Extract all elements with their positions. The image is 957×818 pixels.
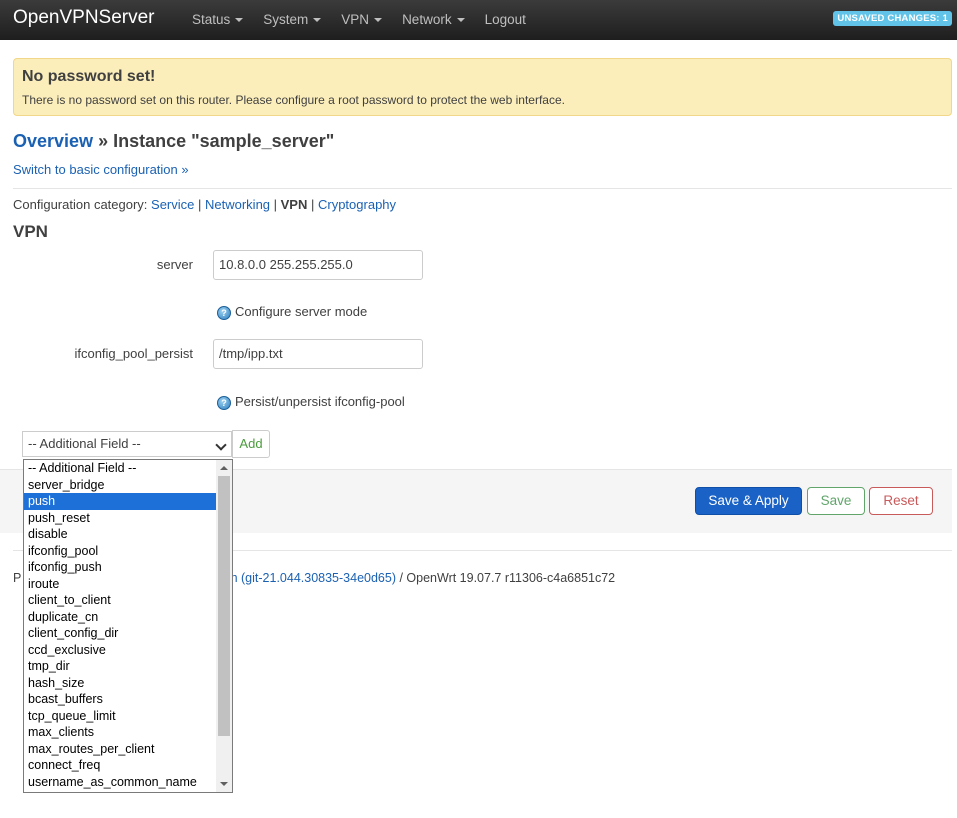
dropdown-option[interactable]: client_config_dir (24, 625, 216, 642)
separator: | (194, 197, 205, 212)
dropdown-option[interactable]: connect_freq (24, 757, 216, 774)
help-icon: ? (217, 305, 231, 320)
category-service-link[interactable]: Service (151, 197, 194, 212)
category-label: Configuration category: (13, 197, 152, 212)
additional-field-dropdown[interactable]: -- Additional Field -- server_bridge push p… (23, 459, 233, 793)
server-hint: ? Configure server mode (217, 304, 367, 320)
menu-vpn[interactable]: VPN (341, 0, 383, 40)
footer-lead: P (13, 571, 22, 585)
dropdown-option[interactable]: tmp_dir (24, 658, 216, 675)
category-cryptography-link[interactable]: Cryptography (318, 197, 396, 212)
add-field-button[interactable]: Add (232, 430, 270, 458)
scroll-down-arrow-icon[interactable] (220, 782, 228, 786)
dropdown-option[interactable]: tcp_queue_limit (24, 708, 216, 725)
save-apply-button[interactable]: Save & Apply (695, 487, 802, 515)
dropdown-option[interactable]: iroute (24, 576, 216, 593)
dropdown-option[interactable]: push_reset (24, 510, 216, 527)
menu-logout[interactable]: Logout (485, 0, 526, 40)
section-title: VPN (13, 222, 48, 241)
reset-button[interactable]: Reset (869, 487, 933, 515)
help-icon: ? (217, 395, 231, 410)
pool-persist-hint: ? Persist/unpersist ifconfig-pool (217, 394, 405, 410)
config-category-nav: Configuration category: Service | Networ… (13, 197, 396, 212)
select-value: -- Additional Field -- (28, 436, 141, 451)
dropdown-option[interactable]: bcast_buffers (24, 691, 216, 708)
page-title: Overview » Instance "sample_server" (13, 131, 334, 152)
pool-persist-input[interactable]: /tmp/ipp.txt (213, 339, 423, 369)
dropdown-option[interactable]: max_clients (24, 724, 216, 741)
dropdown-option[interactable]: client_to_client (24, 592, 216, 609)
server-hint-text: Configure server mode (235, 304, 368, 319)
dropdown-scrollbar[interactable] (216, 460, 232, 792)
brand-title[interactable]: OpenVPNServer (13, 7, 155, 29)
switch-basic-config-link[interactable]: Switch to basic configuration » (13, 162, 189, 177)
menu-system[interactable]: System (263, 0, 322, 40)
additional-field-select[interactable]: -- Additional Field -- (22, 431, 232, 457)
dropdown-options: -- Additional Field -- server_bridge push p… (24, 460, 216, 790)
dropdown-option[interactable]: ifconfig_push (24, 559, 216, 576)
divider (13, 188, 952, 189)
server-label: server (156, 257, 193, 272)
menu-status[interactable]: Status (192, 0, 244, 40)
no-password-alert: No password set! There is no password se… (13, 58, 952, 116)
unsaved-changes-badge[interactable]: UNSAVED CHANGES: 1 (833, 11, 952, 26)
save-button[interactable]: Save (807, 487, 865, 515)
main-menu: Status System VPN Network Logout (192, 0, 546, 40)
chevron-down-icon (235, 18, 244, 23)
category-networking-link[interactable]: Networking (205, 197, 270, 212)
scrollbar-thumb[interactable] (218, 476, 230, 736)
dropdown-option[interactable]: push (24, 493, 216, 510)
dropdown-option[interactable]: duplicate_cn (24, 609, 216, 626)
menu-network[interactable]: Network (402, 0, 465, 40)
pool-persist-label: ifconfig_pool_persist (74, 346, 193, 361)
luci-version-link[interactable]: ch (git-21.044.30835-34e0d65) (224, 571, 396, 585)
dropdown-option[interactable]: username_as_common_name (24, 774, 216, 791)
top-navbar: OpenVPNServer Status System VPN Network … (0, 0, 957, 40)
chevron-down-icon (313, 18, 322, 23)
dropdown-option[interactable]: max_routes_per_client (24, 741, 216, 758)
pool-persist-hint-text: Persist/unpersist ifconfig-pool (235, 394, 405, 409)
dropdown-option[interactable]: ccd_exclusive (24, 642, 216, 659)
chevron-down-icon (456, 18, 465, 23)
dropdown-option[interactable]: -- Additional Field -- (24, 460, 216, 477)
category-vpn-current: VPN (280, 197, 308, 212)
dropdown-option[interactable]: server_bridge (24, 477, 216, 494)
alert-text: There is no password set on this router.… (22, 93, 565, 107)
chevron-down-icon (215, 439, 227, 451)
openwrt-version: / OpenWrt 19.07.7 r11306-c4a6851c72 (396, 571, 616, 585)
dropdown-option[interactable]: disable (24, 526, 216, 543)
scroll-up-arrow-icon[interactable] (220, 466, 228, 470)
dropdown-option[interactable]: hash_size (24, 675, 216, 692)
separator: | (307, 197, 318, 212)
alert-title: No password set! (22, 68, 156, 85)
chevron-down-icon (374, 18, 383, 23)
separator: | (270, 197, 281, 212)
instance-title: » Instance "sample_server" (93, 131, 335, 151)
dropdown-option[interactable]: ifconfig_pool (24, 543, 216, 560)
server-input[interactable]: 10.8.0.0 255.255.255.0 (213, 250, 423, 280)
overview-link[interactable]: Overview (13, 131, 93, 151)
